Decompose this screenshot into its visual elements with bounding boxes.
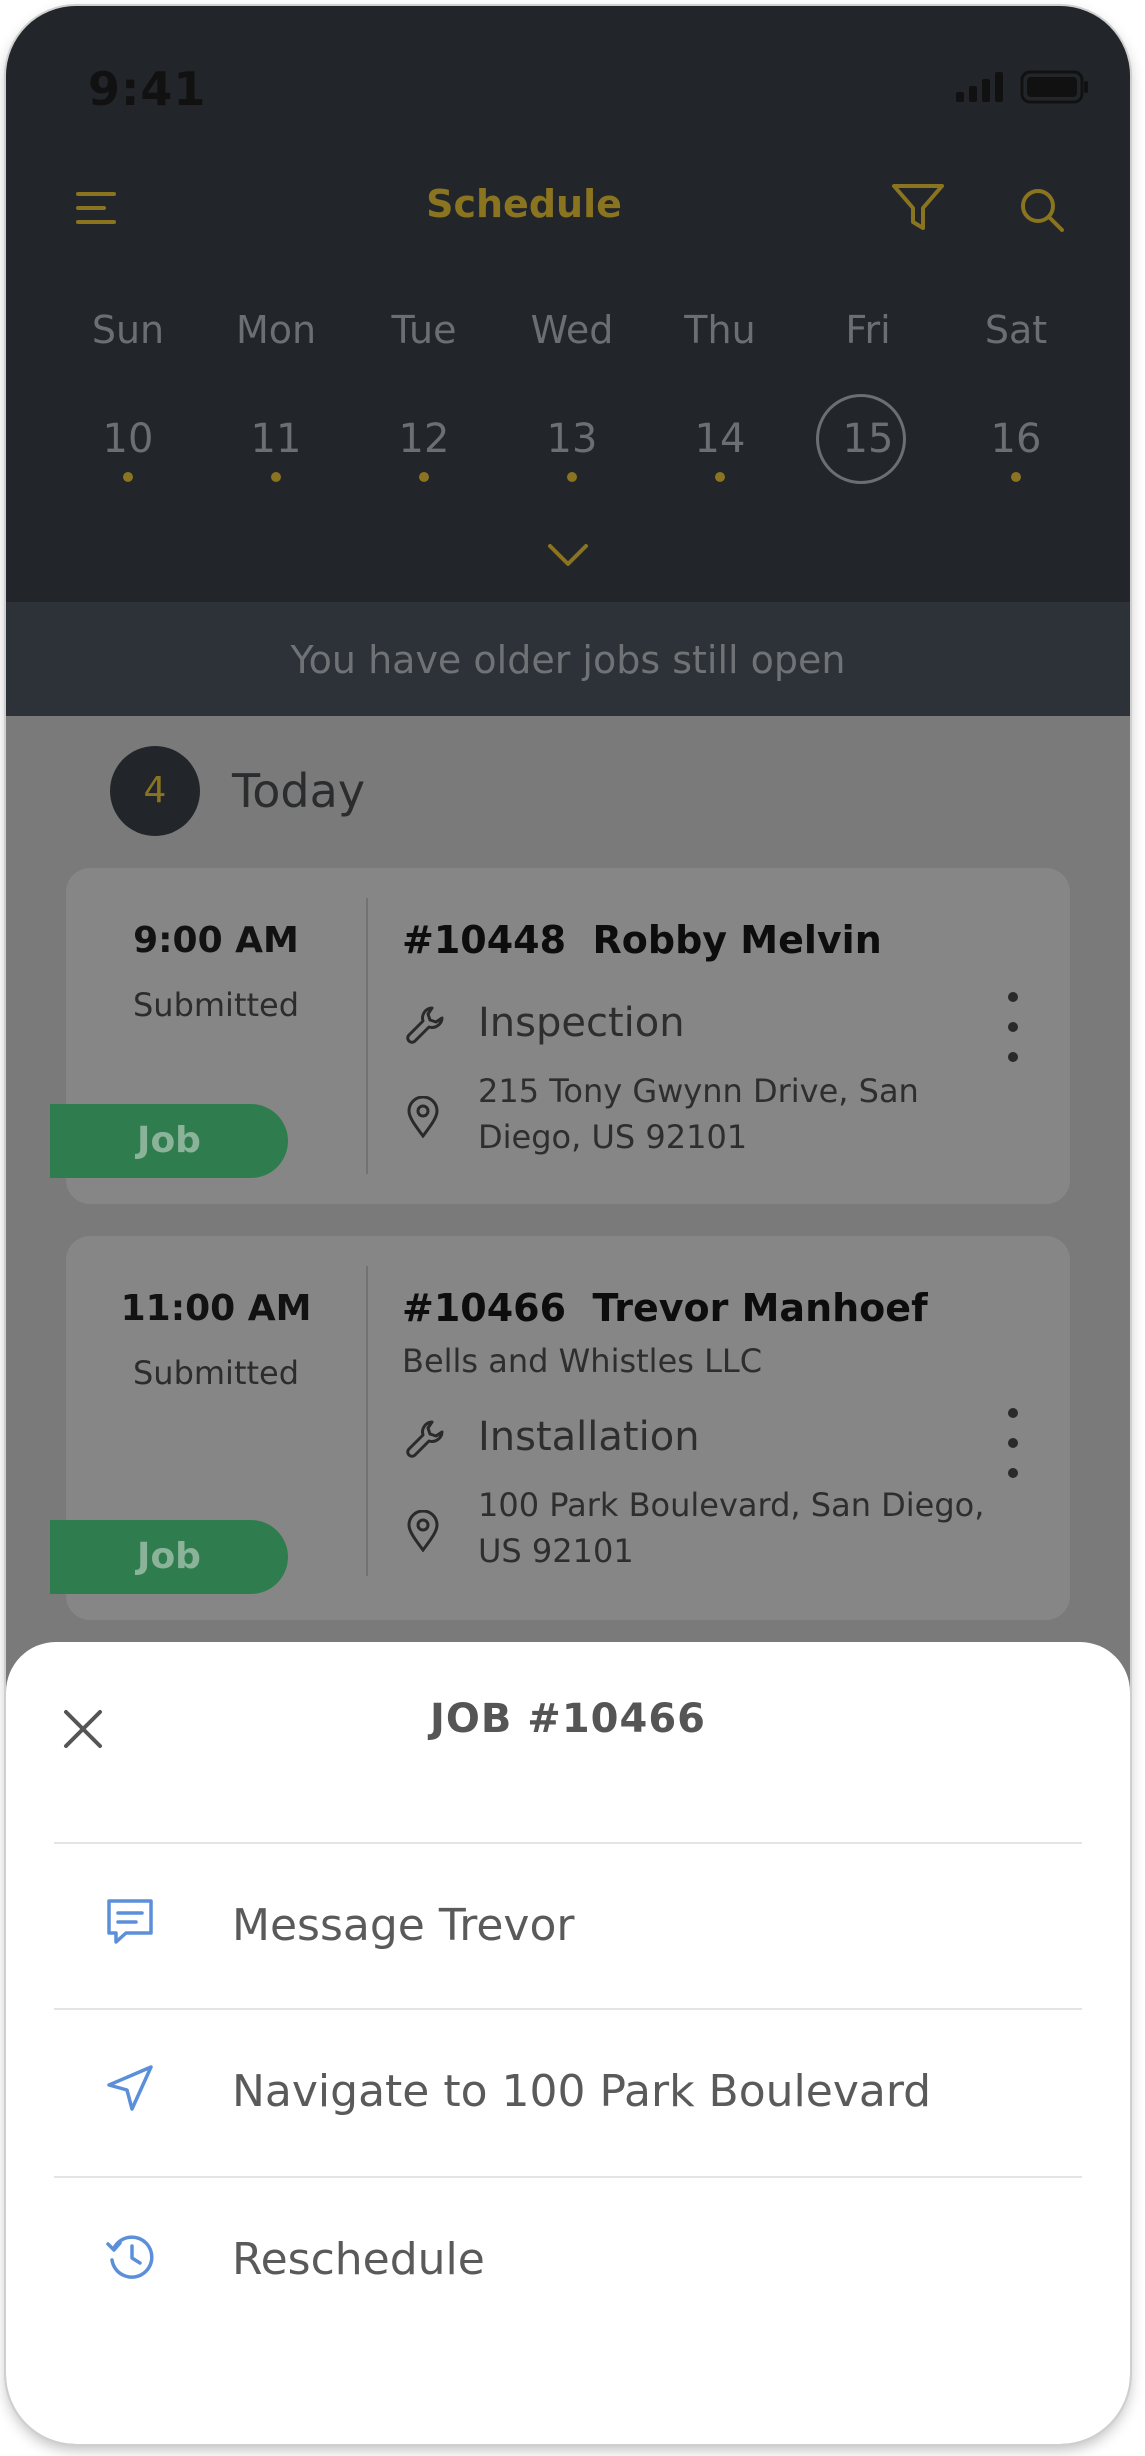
job-type-tag: Job xyxy=(50,1520,288,1594)
status-time: 9:41 xyxy=(88,62,207,116)
job-status: Submitted xyxy=(132,986,300,1024)
more-options-icon[interactable] xyxy=(998,1408,1028,1478)
day-name-wed: Wed xyxy=(530,308,614,352)
today-count-badge: 4 xyxy=(110,746,200,836)
day-date-11[interactable]: 11 xyxy=(216,416,336,462)
job-address: 215 Tony Gwynn Drive, San Diego, US 9210… xyxy=(478,1072,919,1156)
job-card[interactable]: 11:00 AM Submitted #10466 Trevor Manhoef… xyxy=(50,1236,1070,1620)
day-name-thu: Thu xyxy=(684,308,756,352)
day-name-sun: Sun xyxy=(91,308,165,352)
day-name-mon: Mon xyxy=(235,308,317,352)
day-event-dot xyxy=(567,472,577,482)
job-customer: Trevor Manhoef xyxy=(592,1286,928,1330)
job-type: Installation xyxy=(478,1414,700,1460)
message-icon xyxy=(104,1896,156,1952)
job-status: Submitted xyxy=(132,1354,300,1392)
job-time: 9:00 AM xyxy=(133,920,299,961)
day-date-13[interactable]: 13 xyxy=(512,416,632,462)
signal-icon xyxy=(956,72,1003,102)
day-date-12[interactable]: 12 xyxy=(364,416,484,462)
job-time: 11:00 AM xyxy=(120,1288,312,1329)
day-name-sat: Sat xyxy=(984,308,1048,352)
job-card[interactable]: 9:00 AM Submitted #10448 Robby Melvin In… xyxy=(50,868,1070,1204)
day-date-14[interactable]: 14 xyxy=(660,416,780,462)
location-pin-icon xyxy=(406,1095,440,1142)
location-pin-icon xyxy=(406,1509,440,1556)
day-name-fri: Fri xyxy=(845,308,891,352)
day-event-dot xyxy=(419,472,429,482)
filter-icon[interactable] xyxy=(890,182,946,238)
job-number: #10466 xyxy=(402,1286,567,1330)
job-customer: Robby Melvin xyxy=(592,918,882,962)
wrench-icon xyxy=(404,1004,446,1050)
day-event-dot xyxy=(715,472,725,482)
day-date-10[interactable]: 10 xyxy=(68,416,188,462)
action-label: Navigate to 100 Park Boulevard xyxy=(232,2066,932,2117)
older-jobs-banner[interactable]: You have older jobs still open xyxy=(6,602,1130,716)
job-title: #10466 Trevor Manhoef xyxy=(402,1286,928,1330)
chevron-down-icon[interactable] xyxy=(546,542,590,572)
wrench-icon xyxy=(404,1418,446,1464)
job-address: 100 Park Boulevard, San Diego, US 92101 xyxy=(478,1486,985,1570)
action-label: Message Trevor xyxy=(232,1900,575,1951)
day-name-tue: Tue xyxy=(391,308,457,352)
card-divider xyxy=(366,1266,368,1576)
reschedule-icon xyxy=(104,2230,158,2288)
job-actions-sheet: JOB #10466 Message Trevor Navigate to 10… xyxy=(6,1642,1130,2444)
message-action[interactable]: Message Trevor xyxy=(54,1844,1082,2008)
battery-icon xyxy=(1020,70,1088,104)
phone-frame: 9:41 Schedule Sun Mon Tue Wed Thu Fri Sa… xyxy=(6,6,1130,2444)
action-label: Reschedule xyxy=(232,2234,485,2285)
reschedule-action[interactable]: Reschedule xyxy=(54,2178,1082,2342)
more-options-icon[interactable] xyxy=(998,992,1028,1062)
navigate-action[interactable]: Navigate to 100 Park Boulevard xyxy=(54,2010,1082,2174)
day-event-dot xyxy=(1011,472,1021,482)
day-event-dot xyxy=(123,472,133,482)
job-type: Inspection xyxy=(478,1000,685,1046)
sheet-title: JOB #10466 xyxy=(430,1696,706,1742)
job-company: Bells and Whistles LLC xyxy=(402,1342,763,1380)
search-icon[interactable] xyxy=(1018,186,1068,240)
status-indicators xyxy=(954,70,1090,104)
page-title: Schedule xyxy=(426,182,622,226)
navigate-icon xyxy=(104,2062,156,2118)
today-label: Today xyxy=(232,764,366,818)
schedule-header-area: 9:41 Schedule Sun Mon Tue Wed Thu Fri Sa… xyxy=(6,6,1130,602)
job-number: #10448 xyxy=(402,918,567,962)
day-date-16[interactable]: 16 xyxy=(956,416,1076,462)
job-title: #10448 Robby Melvin xyxy=(402,918,882,962)
banner-text: You have older jobs still open xyxy=(290,638,846,682)
card-divider xyxy=(366,898,368,1174)
day-event-dot xyxy=(271,472,281,482)
job-type-tag: Job xyxy=(50,1104,288,1178)
day-date-15[interactable]: 15 xyxy=(808,416,928,462)
